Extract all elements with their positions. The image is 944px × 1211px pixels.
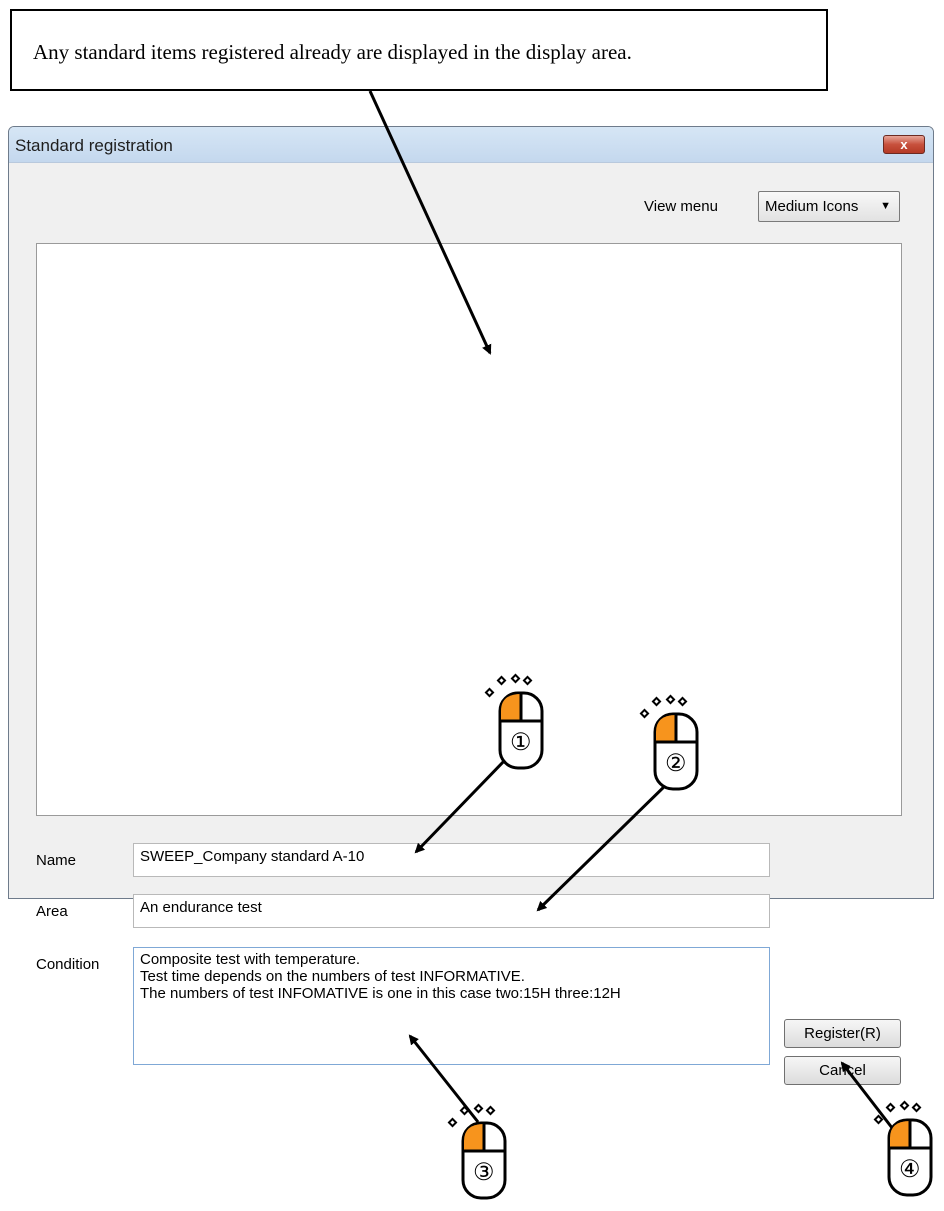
mouse-left-click-icon [484,673,544,770]
marker-3-label: ③ [473,1159,495,1186]
mouse-marker-1: ① [484,666,546,776]
marker-4-label: ④ [899,1156,921,1183]
mouse-left-click-icon [639,694,699,791]
marker-2-arrow [536,779,672,912]
mouse-left-click-icon [873,1100,933,1197]
mouse-left-click-icon [447,1103,507,1200]
callout-arrow [368,90,492,355]
mouse-marker-4: ④ [873,1093,944,1203]
marker-1-label: ① [510,729,532,756]
annotation-arrows [368,90,898,1134]
marker-2-label: ② [665,750,687,777]
mouse-marker-3: ③ [447,1096,509,1206]
mouse-marker-2: ② [639,687,701,797]
